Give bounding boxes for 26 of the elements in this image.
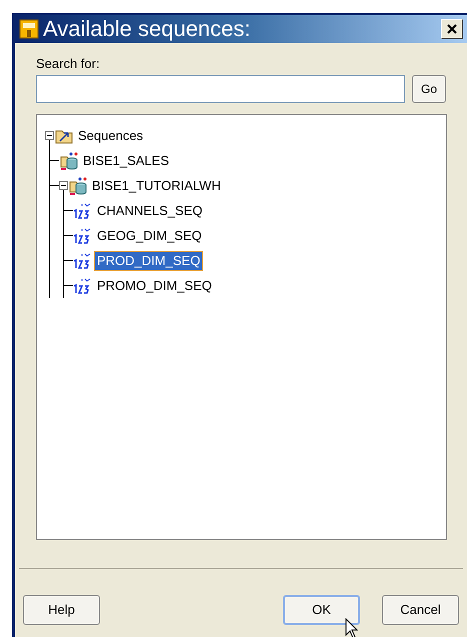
search-label: Search for: [36, 57, 101, 70]
tree-item[interactable]: PROMO_DIM_SEQ [94, 276, 215, 296]
go-button[interactable]: Go [412, 75, 446, 103]
collapse-icon[interactable] [45, 131, 54, 140]
number-sequence-icon [73, 276, 93, 294]
number-sequence-icon [73, 202, 93, 220]
number-sequence-icon [73, 226, 93, 244]
dialog-button[interactable]: OK [283, 595, 360, 625]
tree-item[interactable]: PROD_DIM_SEQ [94, 250, 204, 270]
database-icon [68, 176, 88, 196]
dialog-button[interactable]: Help [23, 595, 100, 625]
mouse-cursor-icon [345, 618, 359, 637]
search-field[interactable] [36, 75, 406, 103]
collapse-icon[interactable] [59, 181, 68, 190]
close-button[interactable] [441, 19, 463, 39]
tree-item[interactable]: BISE1_TUTORIALWH [89, 176, 224, 196]
tree-item[interactable]: CHANNELS_SEQ [94, 200, 206, 220]
window-title: Available sequences: [43, 18, 251, 40]
database-icon [59, 150, 79, 170]
app-icon [19, 19, 39, 39]
close-icon [447, 24, 457, 34]
number-sequence-icon [73, 252, 93, 270]
tree-item[interactable]: Sequences [75, 126, 146, 146]
tree-item[interactable]: BISE1_SALES [80, 150, 172, 170]
tree-item[interactable]: GEOG_DIM_SEQ [94, 226, 205, 246]
dialog-button[interactable]: Cancel [382, 595, 459, 625]
